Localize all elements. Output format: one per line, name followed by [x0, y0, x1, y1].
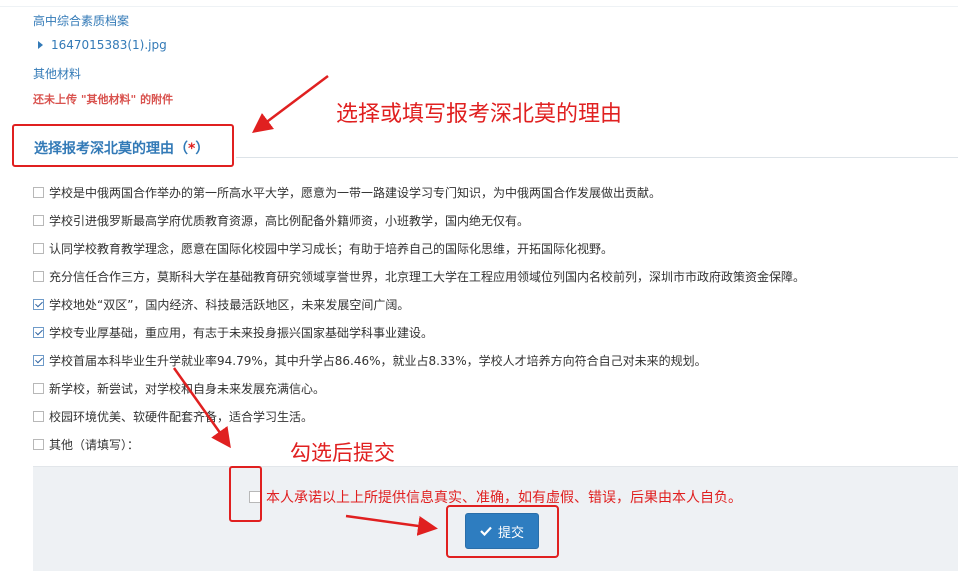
top-divider — [0, 0, 958, 7]
reason-checkbox[interactable] — [33, 382, 44, 394]
reason-checkbox[interactable] — [33, 270, 44, 282]
annotation-reason-hint: 选择或填写报考深北莫的理由 — [336, 102, 623, 127]
reason-option-label: 学校专业厚基础，重应用，有志于未来投身振兴国家基础学科事业建设。 — [49, 325, 434, 340]
reason-title-text: 选择报考深北莫的理由（ — [34, 141, 188, 157]
submit-button[interactable]: 提交 — [465, 513, 539, 549]
caret-right-icon — [38, 41, 43, 49]
section-divider — [236, 157, 958, 158]
missing-upload-warning: 还未上传 "其他材料" 的附件 — [33, 93, 174, 106]
reason-option-label: 学校地处“双区”，国内经济、科技最活跃地区，未来发展空间广阔。 — [49, 297, 410, 312]
reason-option-label: 充分信任合作三方，莫斯科大学在基础教育研究领域享誉世界，北京理工大学在工程应用领… — [49, 269, 806, 284]
reason-option-label: 新学校，新尝试，对学校和自身未来发展充满信心。 — [49, 381, 326, 396]
reason-option-label: 认同学校教育教学理念，愿意在国际化校园中学习成长；有助于培养自己的国际化思维，开… — [49, 241, 614, 256]
reason-option[interactable]: 学校引进俄罗斯最高学府优质教育资源，高比例配备外籍师资，小班教学，国内绝无仅有。 — [33, 206, 805, 234]
reason-checkbox-checked[interactable] — [33, 354, 44, 366]
reason-option[interactable]: 学校地处“双区”，国内经济、科技最活跃地区，未来发展空间广阔。 — [33, 290, 805, 318]
attachment-file-link[interactable]: 1647015383(1).jpg — [38, 38, 167, 52]
reason-title-close: ） — [195, 141, 210, 157]
reason-option-label: 校园环境优美、软硬件配套齐备，适合学习生活。 — [49, 409, 314, 424]
reason-option[interactable]: 充分信任合作三方，莫斯科大学在基础教育研究领域享誉世界，北京理工大学在工程应用领… — [33, 262, 805, 290]
reason-checkbox[interactable] — [33, 214, 44, 226]
reason-option[interactable]: 学校是中俄两国合作举办的第一所高水平大学，愿意为一带一路建设学习专门知识，为中俄… — [33, 178, 805, 206]
reason-option-label: 其他（请填写）： — [49, 437, 140, 452]
annotation-submit-hint: 勾选后提交 — [290, 441, 395, 465]
reason-option[interactable]: 学校专业厚基础，重应用，有志于未来投身振兴国家基础学科事业建设。 — [33, 318, 805, 346]
submit-label: 提交 — [497, 525, 524, 541]
pledge-text: 本人承诺以上上所提供信息真实、准确，如有虚假、错误，后果由本人自负。 — [266, 490, 742, 506]
reason-checkbox-checked[interactable] — [33, 326, 44, 338]
reason-checkbox[interactable] — [33, 242, 44, 254]
reason-checkbox[interactable] — [33, 438, 44, 450]
annotation-checkbox-highlight-box — [229, 466, 262, 522]
reason-option-label: 学校首届本科毕业生升学就业率94.79%，其中升学占86.46%，就业占8.33… — [49, 353, 707, 368]
reason-option-label: 学校是中俄两国合作举办的第一所高水平大学，愿意为一带一路建设学习专门知识，为中俄… — [49, 185, 662, 200]
reason-options-list: 学校是中俄两国合作举办的第一所高水平大学，愿意为一带一路建设学习专门知识，为中俄… — [33, 178, 805, 458]
pledge-row[interactable]: 本人承诺以上上所提供信息真实、准确，如有虚假、错误，后果由本人自负。 — [249, 487, 742, 507]
reason-section-title: 选择报考深北莫的理由（*） — [34, 138, 209, 158]
reason-option[interactable]: 学校首届本科毕业生升学就业率94.79%，其中升学占86.46%，就业占8.33… — [33, 346, 805, 374]
reason-option-label: 学校引进俄罗斯最高学府优质教育资源，高比例配备外籍师资，小班教学，国内绝无仅有。 — [49, 213, 530, 228]
reason-checkbox[interactable] — [33, 410, 44, 422]
reason-checkbox-checked[interactable] — [33, 298, 44, 310]
checkmark-icon — [480, 526, 492, 536]
other-materials-label: 其他材料 — [33, 67, 82, 81]
reason-option[interactable]: 校园环境优美、软硬件配套齐备，适合学习生活。 — [33, 402, 805, 430]
reason-option-other[interactable]: 其他（请填写）： — [33, 430, 805, 458]
reason-option[interactable]: 新学校，新尝试，对学校和自身未来发展充满信心。 — [33, 374, 805, 402]
arrow-to-title — [252, 75, 329, 133]
reason-option[interactable]: 认同学校教育教学理念，愿意在国际化校园中学习成长；有助于培养自己的国际化思维，开… — [33, 234, 805, 262]
attachment-file-name[interactable]: 1647015383(1).jpg — [51, 38, 167, 52]
archive-section-label: 高中综合素质档案 — [33, 14, 130, 28]
reason-checkbox[interactable] — [33, 186, 44, 198]
